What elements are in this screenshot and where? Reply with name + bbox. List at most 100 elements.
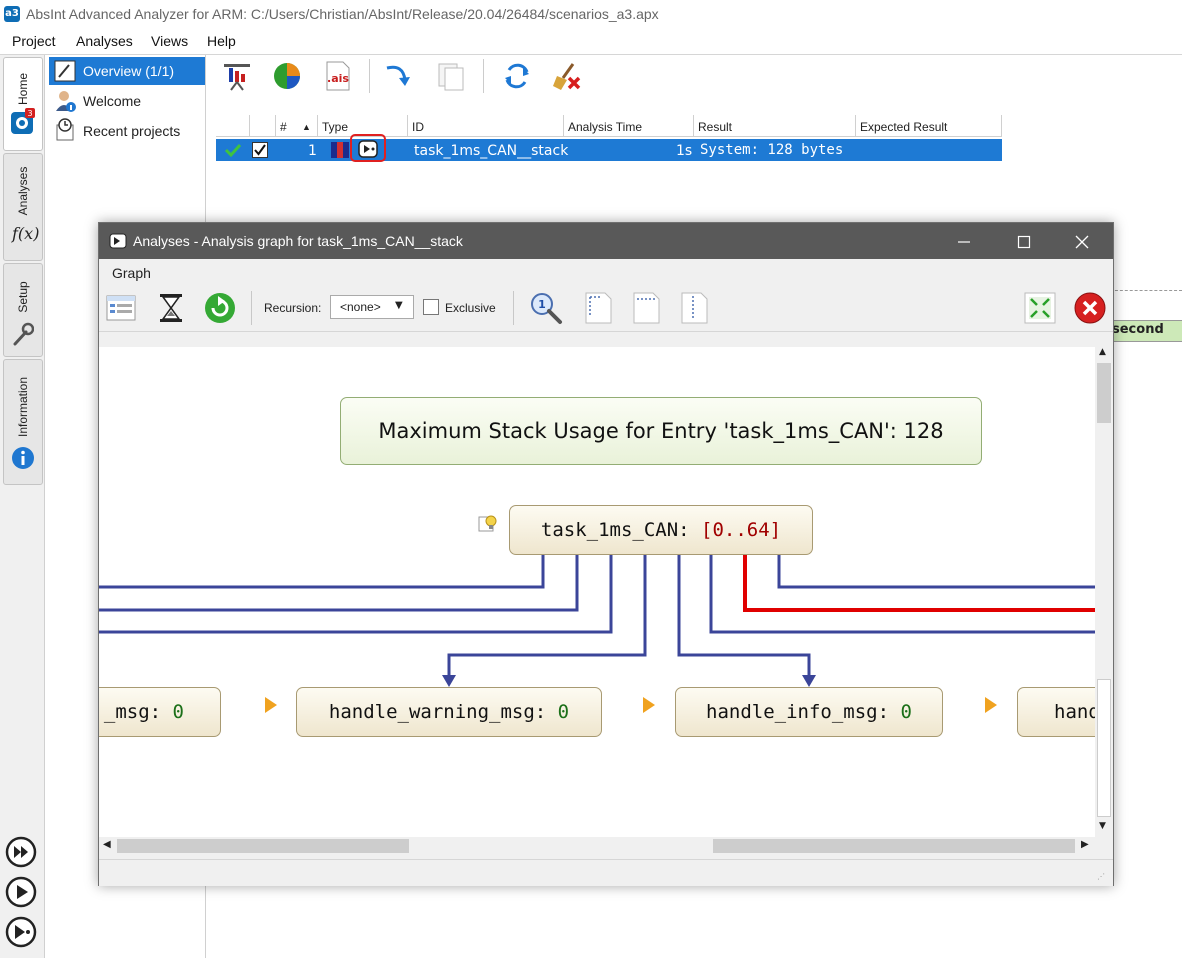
run-icon[interactable]	[5, 876, 37, 908]
edge-arrowhead	[802, 675, 816, 687]
sort-ascending-icon: ▲	[302, 122, 311, 132]
menu-graph[interactable]: Graph	[112, 265, 151, 281]
copy-document-icon[interactable]	[435, 60, 467, 92]
pie-chart-icon[interactable]	[271, 60, 303, 92]
recursion-select[interactable]: <none> ▼	[330, 295, 414, 319]
col-time-header[interactable]: Analysis Time	[564, 115, 694, 137]
vtab-information[interactable]: Information	[3, 359, 43, 485]
col-expected-header[interactable]: Expected Result	[856, 115, 1002, 137]
layout-horizontal-icon[interactable]	[631, 291, 661, 325]
graph-view-icon	[358, 140, 378, 158]
app-logo-icon: a3	[4, 6, 20, 22]
menu-help[interactable]: Help	[207, 33, 236, 49]
graph-node-msg[interactable]: _msg: 0	[99, 687, 221, 737]
function-icon: f(x)	[12, 224, 40, 243]
col-header-label: #	[280, 120, 287, 134]
vertical-scrollbar[interactable]: ▲ ▼	[1095, 347, 1113, 837]
maximize-icon[interactable]	[1017, 235, 1031, 249]
scroll-down-icon[interactable]: ▼	[1099, 821, 1106, 831]
row-id: task_1ms_CAN__stack	[414, 143, 569, 159]
vtab-information-label: Information	[16, 376, 30, 438]
row-analysis-time: 1s	[676, 143, 693, 159]
dialog-toolbar: Recursion: <none> ▼ Exclusive 1	[99, 285, 1113, 332]
ais-file-icon[interactable]: .ais	[321, 60, 353, 92]
table-row[interactable]: 1 task_1ms_CAN__stack 1s System: 128 byt…	[216, 134, 1002, 162]
user-icon	[56, 91, 76, 112]
clean-broom-icon[interactable]	[551, 60, 583, 92]
main-menubar: Project Analyses Views Help	[0, 30, 1182, 55]
graph-edge	[447, 555, 647, 677]
graph-node-root[interactable]: task_1ms_CAN: [0..64]	[509, 505, 813, 555]
nav-item-recent-projects[interactable]: Recent projects	[49, 117, 205, 145]
dialog-titlebar: Analyses - Analysis graph for task_1ms_C…	[99, 223, 1113, 259]
fit-to-window-icon[interactable]	[1023, 291, 1057, 325]
horizontal-scroll-thumb[interactable]	[117, 839, 409, 853]
hourglass-icon[interactable]	[157, 292, 185, 324]
close-icon[interactable]	[1075, 235, 1089, 249]
vertical-scroll-thumb[interactable]	[1097, 363, 1111, 423]
step-into-icon[interactable]	[383, 60, 415, 92]
svg-text:1: 1	[538, 298, 546, 311]
dialog-menubar: Graph	[99, 259, 1113, 285]
col-index-header[interactable]: # ▲	[276, 115, 318, 137]
close-graph-icon[interactable]	[1073, 291, 1107, 325]
toolbar-separator	[369, 59, 370, 93]
horizontal-scrollbar[interactable]: ◀ ▶	[99, 837, 1113, 855]
vtab-home[interactable]: Home 3	[3, 57, 43, 151]
node-name: task_1ms_CAN:	[540, 519, 702, 541]
graph-node-handle-warning-msg[interactable]: handle_warning_msg: 0	[296, 687, 602, 737]
vtab-home-label: Home	[16, 72, 30, 106]
analysis-graph-dialog: Analyses - Analysis graph for task_1ms_C…	[98, 222, 1114, 886]
graph-view-button-highlight[interactable]	[350, 134, 386, 162]
chevron-down-icon: ▼	[395, 300, 403, 311]
nav-item-label: Welcome	[83, 93, 142, 109]
scroll-left-icon[interactable]: ◀	[103, 839, 111, 850]
row-index: 1	[308, 143, 317, 159]
vtab-setup[interactable]: Setup	[3, 263, 43, 357]
layout-vertical-icon[interactable]	[679, 291, 709, 325]
col-id-header[interactable]: ID	[408, 115, 564, 137]
call-arrow-icon	[265, 697, 277, 713]
hint-bulb-icon[interactable]	[477, 513, 499, 535]
node-name: handle_info_msg:	[706, 701, 901, 723]
window-title: AbsInt Advanced Analyzer for ARM: C:/Use…	[26, 6, 659, 22]
menu-analyses[interactable]: Analyses	[76, 33, 133, 49]
col-result-header[interactable]: Result	[694, 115, 856, 137]
nav-item-welcome[interactable]: Welcome	[49, 87, 205, 115]
report-presentation-icon[interactable]	[221, 60, 253, 92]
run-selected-icon[interactable]	[5, 916, 37, 948]
row-checkbox[interactable]	[252, 142, 268, 158]
zoom-icon[interactable]: 1	[529, 291, 563, 325]
vtab-analyses-label: Analyses	[16, 166, 30, 216]
dialog-title: Analyses - Analysis graph for task_1ms_C…	[133, 233, 463, 249]
nav-item-overview[interactable]: Overview (1/1)	[49, 57, 205, 85]
graph-canvas[interactable]: Maximum Stack Usage for Entry 'task_1ms_…	[99, 347, 1095, 841]
scroll-up-icon[interactable]: ▲	[1099, 347, 1106, 357]
graph-edge	[99, 555, 613, 634]
resize-grip-icon[interactable]: ⋰	[1097, 872, 1105, 881]
graph-node-partial[interactable]: hand	[1017, 687, 1095, 737]
menu-project[interactable]: Project	[12, 33, 56, 49]
run-all-icon[interactable]	[5, 836, 37, 868]
exclusive-checkbox[interactable]	[423, 299, 439, 315]
layout-left-icon[interactable]	[583, 291, 613, 325]
node-name: _msg:	[103, 701, 173, 723]
window-titlebar: a3 AbsInt Advanced Analyzer for ARM: C:/…	[0, 0, 1182, 30]
minimize-icon[interactable]	[957, 235, 971, 249]
reload-icon[interactable]	[203, 291, 237, 325]
exclusive-label: Exclusive	[445, 301, 496, 315]
refresh-icon[interactable]	[501, 60, 533, 92]
analyses-table: # ▲ Type ID Analysis Time Result Expecte…	[216, 115, 1006, 165]
wrench-icon	[13, 322, 34, 346]
vertical-tab-bar: Home 3 Analyses f(x) Setup Information	[0, 55, 45, 958]
scroll-right-icon[interactable]: ▶	[1081, 839, 1089, 850]
node-name: hand	[1054, 701, 1095, 723]
graph-edge-critical	[743, 555, 1095, 612]
recursion-select-value: <none>	[340, 300, 381, 314]
report-list-icon[interactable]	[105, 292, 137, 324]
graph-node-handle-info-msg[interactable]: handle_info_msg: 0	[675, 687, 943, 737]
graph-edge	[99, 555, 545, 589]
menu-views[interactable]: Views	[151, 33, 188, 49]
graph-edge	[709, 555, 1095, 634]
vtab-analyses[interactable]: Analyses f(x)	[3, 153, 43, 261]
